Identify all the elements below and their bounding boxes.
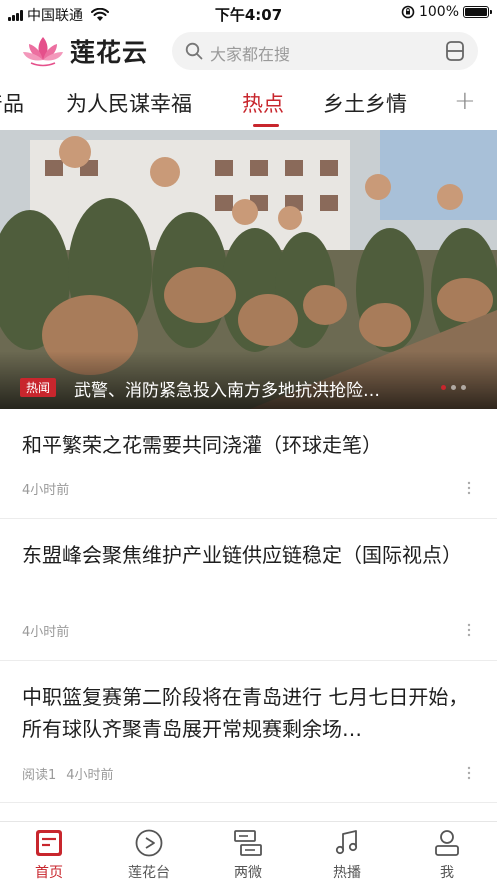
battery-icon	[463, 6, 492, 18]
lotus-logo-icon	[23, 37, 63, 67]
more-options-icon[interactable]	[467, 481, 471, 495]
nav-label: 莲花台	[128, 865, 170, 881]
news-time: 4小时前	[22, 625, 70, 640]
news-item[interactable]: 东盟峰会聚焦维护产业链供应链稳定（国际视点） 4小时前	[0, 519, 497, 661]
bottom-nav: 首页 莲花台 两微 热播 我	[0, 821, 497, 883]
nav-home[interactable]: 首页	[9, 828, 89, 882]
status-bar: 中国联通 下午4:07 100%	[0, 0, 497, 26]
news-title[interactable]: 中职篮复赛第二阶段将在青岛进行 七月七日开始，所有球队齐聚青岛展开常规赛剩余场…	[22, 681, 475, 745]
carousel-dot[interactable]	[461, 385, 466, 390]
nav-lianhuatai[interactable]: 莲花台	[109, 828, 189, 882]
news-item[interactable]: 和平繁荣之花需要共同浇灌（环球走笔） 4小时前	[0, 409, 497, 519]
category-tabs: 产品 为人民谋幸福 热点 乡土乡情 +	[0, 80, 497, 130]
carousel-dots	[441, 385, 466, 390]
search-icon	[185, 42, 203, 60]
app-name: 莲花云	[70, 38, 149, 67]
hero-banner[interactable]: 热闻 武警、消防紧急投入南方多地抗洪抢险…	[0, 130, 497, 409]
news-title[interactable]: 和平繁荣之花需要共同浇灌（环球走笔）	[22, 429, 475, 461]
news-meta: 4小时前	[22, 479, 69, 498]
news-meta: 阅读1 4小时前	[22, 764, 114, 783]
home-icon	[36, 830, 62, 856]
news-time: 4小时前	[22, 483, 70, 498]
nav-label: 我	[440, 865, 454, 881]
news-title[interactable]: 东盟峰会聚焦维护产业链供应链稳定（国际视点）	[22, 539, 475, 571]
music-icon	[335, 830, 358, 855]
search-input[interactable]: 大家都在搜	[172, 32, 478, 70]
battery-percent: 100%	[418, 4, 459, 20]
weibo-icon	[234, 830, 262, 856]
news-item[interactable]: 中职篮复赛第二阶段将在青岛进行 七月七日开始，所有球队齐聚青岛展开常规赛剩余场……	[0, 661, 497, 803]
news-meta: 4小时前	[22, 621, 69, 640]
hero-title[interactable]: 武警、消防紧急投入南方多地抗洪抢险…	[74, 376, 434, 401]
tab-hot[interactable]: 热点	[242, 88, 284, 118]
hero-badge: 热闻	[20, 378, 57, 397]
user-icon	[435, 830, 459, 856]
more-options-icon[interactable]	[467, 766, 471, 780]
orientation-lock-icon	[401, 5, 415, 19]
more-options-icon[interactable]	[467, 623, 471, 637]
nav-label: 首页	[35, 865, 63, 881]
tab-local[interactable]: 乡土乡情	[323, 88, 407, 118]
status-right: 100%	[401, 4, 492, 20]
carousel-dot[interactable]	[441, 385, 446, 390]
play-icon	[135, 829, 163, 857]
add-tab-icon[interactable]: +	[454, 86, 476, 116]
tab-product[interactable]: 产品	[0, 88, 24, 118]
nav-me[interactable]: 我	[407, 828, 487, 882]
tab-serve-people[interactable]: 为人民谋幸福	[66, 88, 192, 118]
active-tab-indicator	[253, 124, 279, 127]
carousel-dot[interactable]	[451, 385, 456, 390]
nav-liangwei[interactable]: 两微	[208, 828, 288, 882]
news-time: 4小时前	[66, 768, 114, 783]
nav-rebo[interactable]: 热播	[307, 828, 387, 882]
nav-label: 热播	[333, 865, 361, 881]
scan-icon[interactable]	[444, 40, 466, 62]
nav-label: 两微	[234, 865, 262, 881]
app-header: 莲花云 大家都在搜	[0, 28, 497, 74]
search-placeholder: 大家都在搜	[210, 45, 291, 64]
news-reads: 阅读1	[22, 768, 57, 783]
